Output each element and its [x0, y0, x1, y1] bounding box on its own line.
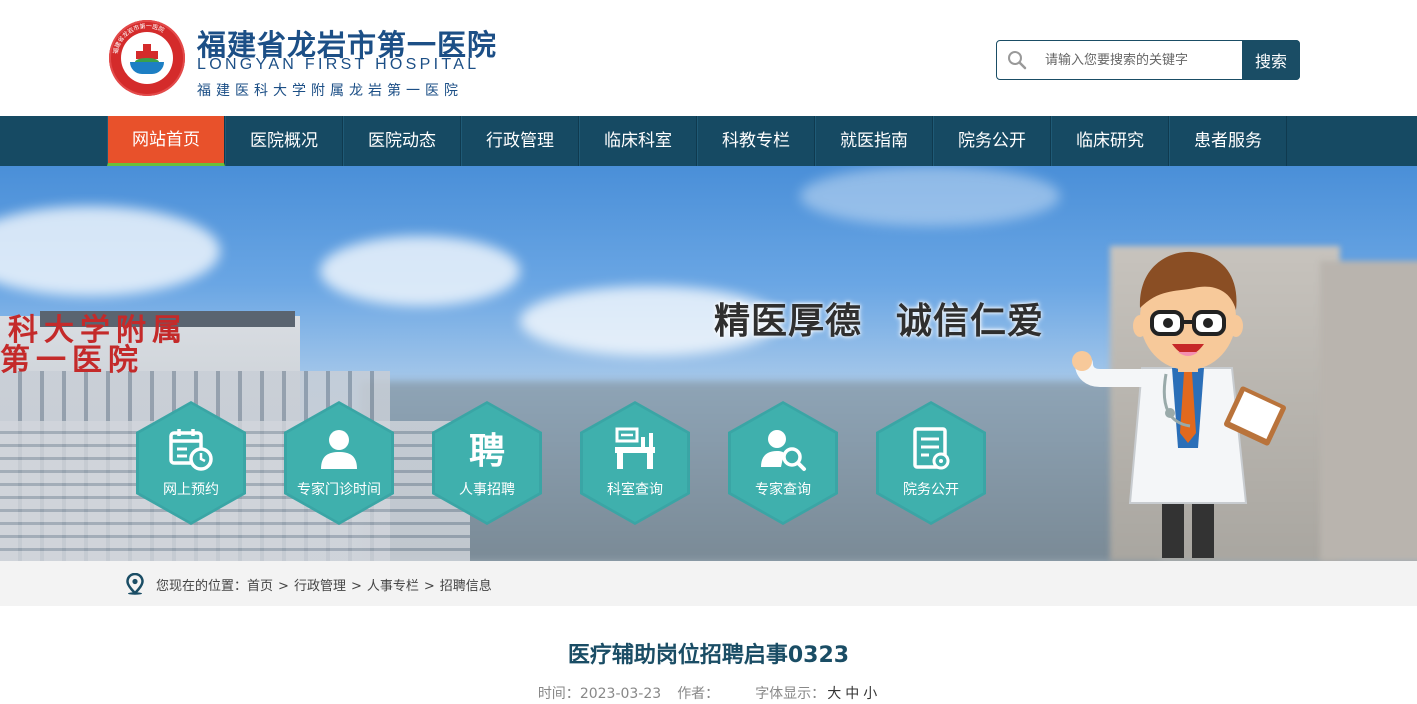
quick-link-label: 专家查询 — [755, 482, 811, 498]
article-title: 医疗辅助岗位招聘启事0323 — [567, 643, 850, 668]
breadcrumb: 您现在的位置：首页 > 行政管理 > 人事专栏 > 招聘信息 — [0, 561, 1417, 606]
hospital-name-en: LONGYAN FIRST HOSPITAL — [197, 56, 480, 73]
calendar-clock-icon — [169, 429, 213, 471]
doctor-illustration — [1072, 251, 1286, 558]
slogan-part-1: 精医厚德 — [714, 301, 863, 342]
font-size-medium-button[interactable]: 中 — [845, 686, 859, 702]
hero-banner: 科大学附属 第一医院 精医厚德诚信仁爱 网上预约 专家门诊时间 聘 人事招聘 — [0, 166, 1417, 561]
breadcrumb-separator: > — [278, 579, 289, 594]
nav-item-news[interactable]: 医院动态 — [343, 116, 461, 166]
site-header: 福建省龙岩市第一医院 福建省龙岩市第一医院 LONGYAN FIRST HOSP… — [0, 0, 1417, 116]
breadcrumb-administration[interactable]: 行政管理 — [294, 579, 346, 594]
expert-search-icon — [761, 430, 806, 471]
nav-item-home[interactable]: 网站首页 — [107, 116, 225, 166]
building-sign-line-1: 科大学附属 — [8, 313, 188, 348]
location-pin-icon — [126, 573, 144, 595]
breadcrumb-recruitment-info[interactable]: 招聘信息 — [440, 579, 492, 594]
nav-item-patient-service[interactable]: 患者服务 — [1169, 116, 1287, 166]
nav-item-overview[interactable]: 医院概况 — [225, 116, 343, 166]
font-size-label: 字体显示： — [755, 686, 826, 702]
breadcrumb-home[interactable]: 首页 — [247, 579, 273, 594]
building-sign-line-2: 第一医院 — [0, 343, 144, 378]
font-size-large-button[interactable]: 大 — [827, 686, 841, 702]
quick-link-label: 科室查询 — [607, 482, 663, 498]
search-button[interactable]: 搜索 — [1242, 40, 1300, 80]
slogan-part-2: 诚信仁爱 — [896, 301, 1045, 342]
department-icon — [615, 427, 655, 469]
hospital-logo-emblem[interactable]: 福建省龙岩市第一医院 — [109, 20, 185, 96]
building-sign: 科大学附属 第一医院 — [0, 316, 188, 376]
document-icon — [913, 427, 950, 470]
breadcrumb-hr-column[interactable]: 人事专栏 — [367, 579, 419, 594]
nav-item-research-education[interactable]: 科教专栏 — [697, 116, 815, 166]
nav-item-clinical-research[interactable]: 临床研究 — [1051, 116, 1169, 166]
quick-link-label: 网上预约 — [163, 482, 219, 498]
breadcrumb-separator: > — [350, 579, 362, 594]
article-meta: 时间：2023-03-23 作者： 字体显示：大中小 — [0, 683, 1417, 703]
quick-link-label: 院务公开 — [903, 482, 959, 498]
recruit-icon: 聘 — [469, 430, 505, 472]
main-nav: 网站首页 医院概况 医院动态 行政管理 临床科室 科教专栏 就医指南 院务公开 … — [0, 116, 1417, 166]
quick-link-label: 人事招聘 — [459, 482, 515, 498]
breadcrumb-text: 您现在的位置：首页 > 行政管理 > 人事专栏 > 招聘信息 — [156, 575, 492, 594]
time-label: 时间： — [537, 686, 580, 702]
search-input[interactable] — [1045, 41, 1235, 79]
quick-link-label: 专家门诊时间 — [297, 482, 381, 498]
nav-item-patient-guide[interactable]: 就医指南 — [815, 116, 933, 166]
breadcrumb-prefix: 您现在的位置： — [156, 579, 248, 594]
hospital-subtitle: 福建医科大学附属龙岩第一医院 — [197, 83, 463, 99]
banner-slogan: 精医厚德 诚信仁爱 — [714, 292, 1044, 344]
search-box: 搜索 — [996, 40, 1300, 80]
nav-item-administration[interactable]: 行政管理 — [461, 116, 579, 166]
font-size-small-button[interactable]: 小 — [863, 686, 877, 702]
author-label: 作者： — [677, 686, 720, 702]
time-value: 2023-03-23 — [579, 686, 662, 702]
nav-item-clinical-departments[interactable]: 临床科室 — [579, 116, 697, 166]
breadcrumb-separator: > — [423, 579, 435, 594]
svg-text:聘: 聘 — [469, 430, 505, 472]
search-icon — [1008, 51, 1027, 70]
person-icon — [321, 430, 357, 469]
nav-item-affairs-public[interactable]: 院务公开 — [933, 116, 1051, 166]
